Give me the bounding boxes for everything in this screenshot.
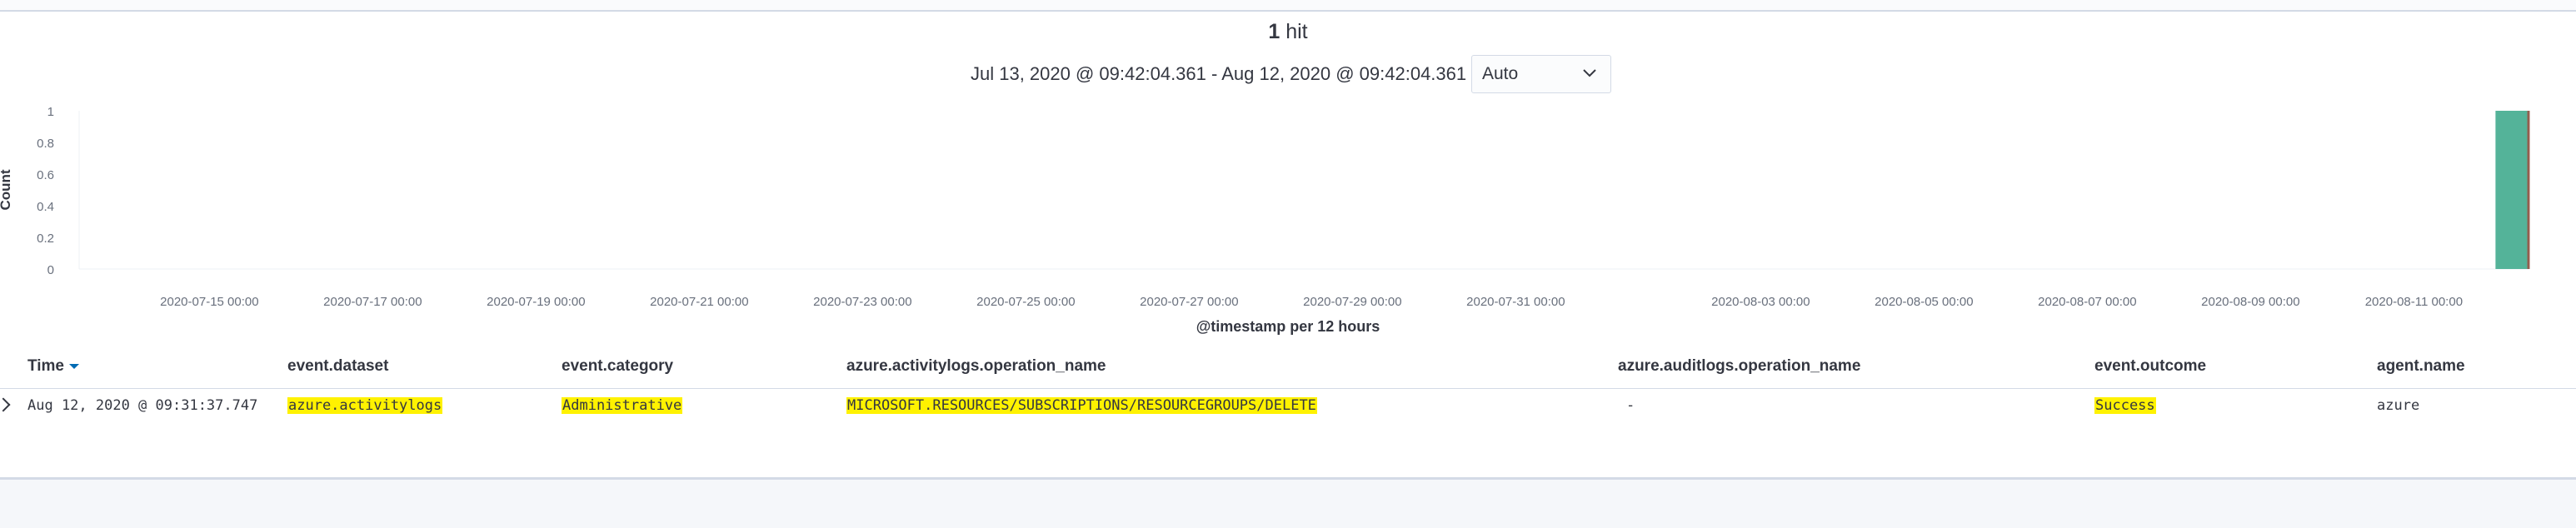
x-tick-label: 2020-07-15 00:00 (160, 295, 258, 309)
x-tick-label: 2020-08-07 00:00 (2038, 295, 2136, 309)
column-header-event-category[interactable]: event.category (562, 357, 673, 376)
table-row: Aug 12, 2020 @ 09:31:37.747 azure.activi… (0, 388, 2576, 430)
table-header: Time event.dataset event.category azure.… (0, 355, 2576, 389)
x-tick-label: 2020-07-29 00:00 (1303, 295, 1401, 309)
cell-auditlogs-operation-name: - (1626, 397, 1635, 414)
hit-count-label: hit (1286, 20, 1308, 43)
y-axis-label: Count (0, 169, 13, 210)
cell-event-dataset: azure.activitylogs (287, 397, 443, 414)
highlight: azure.activitylogs (287, 397, 443, 414)
cell-time: Aug 12, 2020 @ 09:31:37.747 (27, 397, 258, 414)
histogram-bar (2495, 111, 2530, 269)
x-tick-label: 2020-08-11 00:00 (2365, 295, 2463, 309)
chevron-down-icon (1580, 64, 1599, 87)
histogram-chart: 1 0.8 0.6 0.4 0.2 0 2020-07-15 00:00 2020-07-17… (0, 105, 2530, 335)
y-tick-label: 0.2 (37, 232, 54, 246)
x-tick-label: 2020-07-23 00:00 (813, 295, 911, 309)
x-tick-label: 2020-07-25 00:00 (976, 295, 1075, 309)
time-range-row: Jul 13, 2020 @ 09:42:04.361 - Aug 12, 20… (0, 55, 2576, 97)
column-header-time[interactable]: Time (27, 357, 80, 376)
highlight: Success (2094, 397, 2156, 414)
column-header-auditlogs-operation-name[interactable]: azure.auditlogs.operation_name (1618, 357, 1860, 376)
y-tick-label: 0 (47, 263, 54, 277)
x-tick-label: 2020-07-19 00:00 (487, 295, 585, 309)
x-tick-label: 2020-07-17 00:00 (323, 295, 422, 309)
column-header-event-dataset[interactable]: event.dataset (287, 357, 388, 376)
cell-event-category: Administrative (562, 397, 683, 414)
hit-count: 1 hit (0, 20, 2576, 44)
y-tick-label: 0.6 (37, 168, 54, 182)
interval-select-value: Auto (1482, 64, 1519, 83)
highlight: MICROSOFT.RESOURCES/SUBSCRIPTIONS/RESOUR… (846, 397, 1317, 414)
highlight: Administrative (562, 397, 683, 414)
y-tick-label: 0.4 (37, 200, 54, 214)
hit-count-number: 1 (1268, 20, 1281, 43)
time-range-text: Jul 13, 2020 @ 09:42:04.361 - Aug 12, 20… (971, 63, 1467, 84)
x-tick-label: 2020-07-27 00:00 (1140, 295, 1238, 309)
y-tick-label: 1 (47, 105, 54, 119)
column-header-agent-name[interactable]: agent.name (2377, 357, 2465, 376)
expand-row-icon[interactable] (0, 397, 11, 412)
column-header-activitylogs-operation-name[interactable]: azure.activitylogs.operation_name (846, 357, 1106, 376)
x-axis-label: @timestamp per 12 hours (1196, 318, 1380, 335)
x-tick-label: 2020-07-31 00:00 (1466, 295, 1565, 309)
x-tick-label: 2020-08-05 00:00 (1875, 295, 1973, 309)
sort-down-icon[interactable] (69, 363, 80, 369)
cell-event-outcome: Success (2094, 397, 2156, 414)
cell-agent-name: azure (2377, 397, 2420, 414)
x-tick-label: 2020-07-21 00:00 (650, 295, 748, 309)
interval-select[interactable]: Auto (1471, 55, 1611, 93)
cell-activitylogs-operation-name: MICROSOFT.RESOURCES/SUBSCRIPTIONS/RESOUR… (846, 397, 1317, 414)
column-header-event-outcome[interactable]: event.outcome (2094, 357, 2206, 376)
x-tick-label: 2020-08-03 00:00 (1711, 295, 1810, 309)
top-border (0, 0, 2576, 12)
y-tick-label: 0.8 (37, 137, 54, 151)
x-tick-label: 2020-08-09 00:00 (2201, 295, 2299, 309)
bottom-panel (0, 477, 2576, 528)
